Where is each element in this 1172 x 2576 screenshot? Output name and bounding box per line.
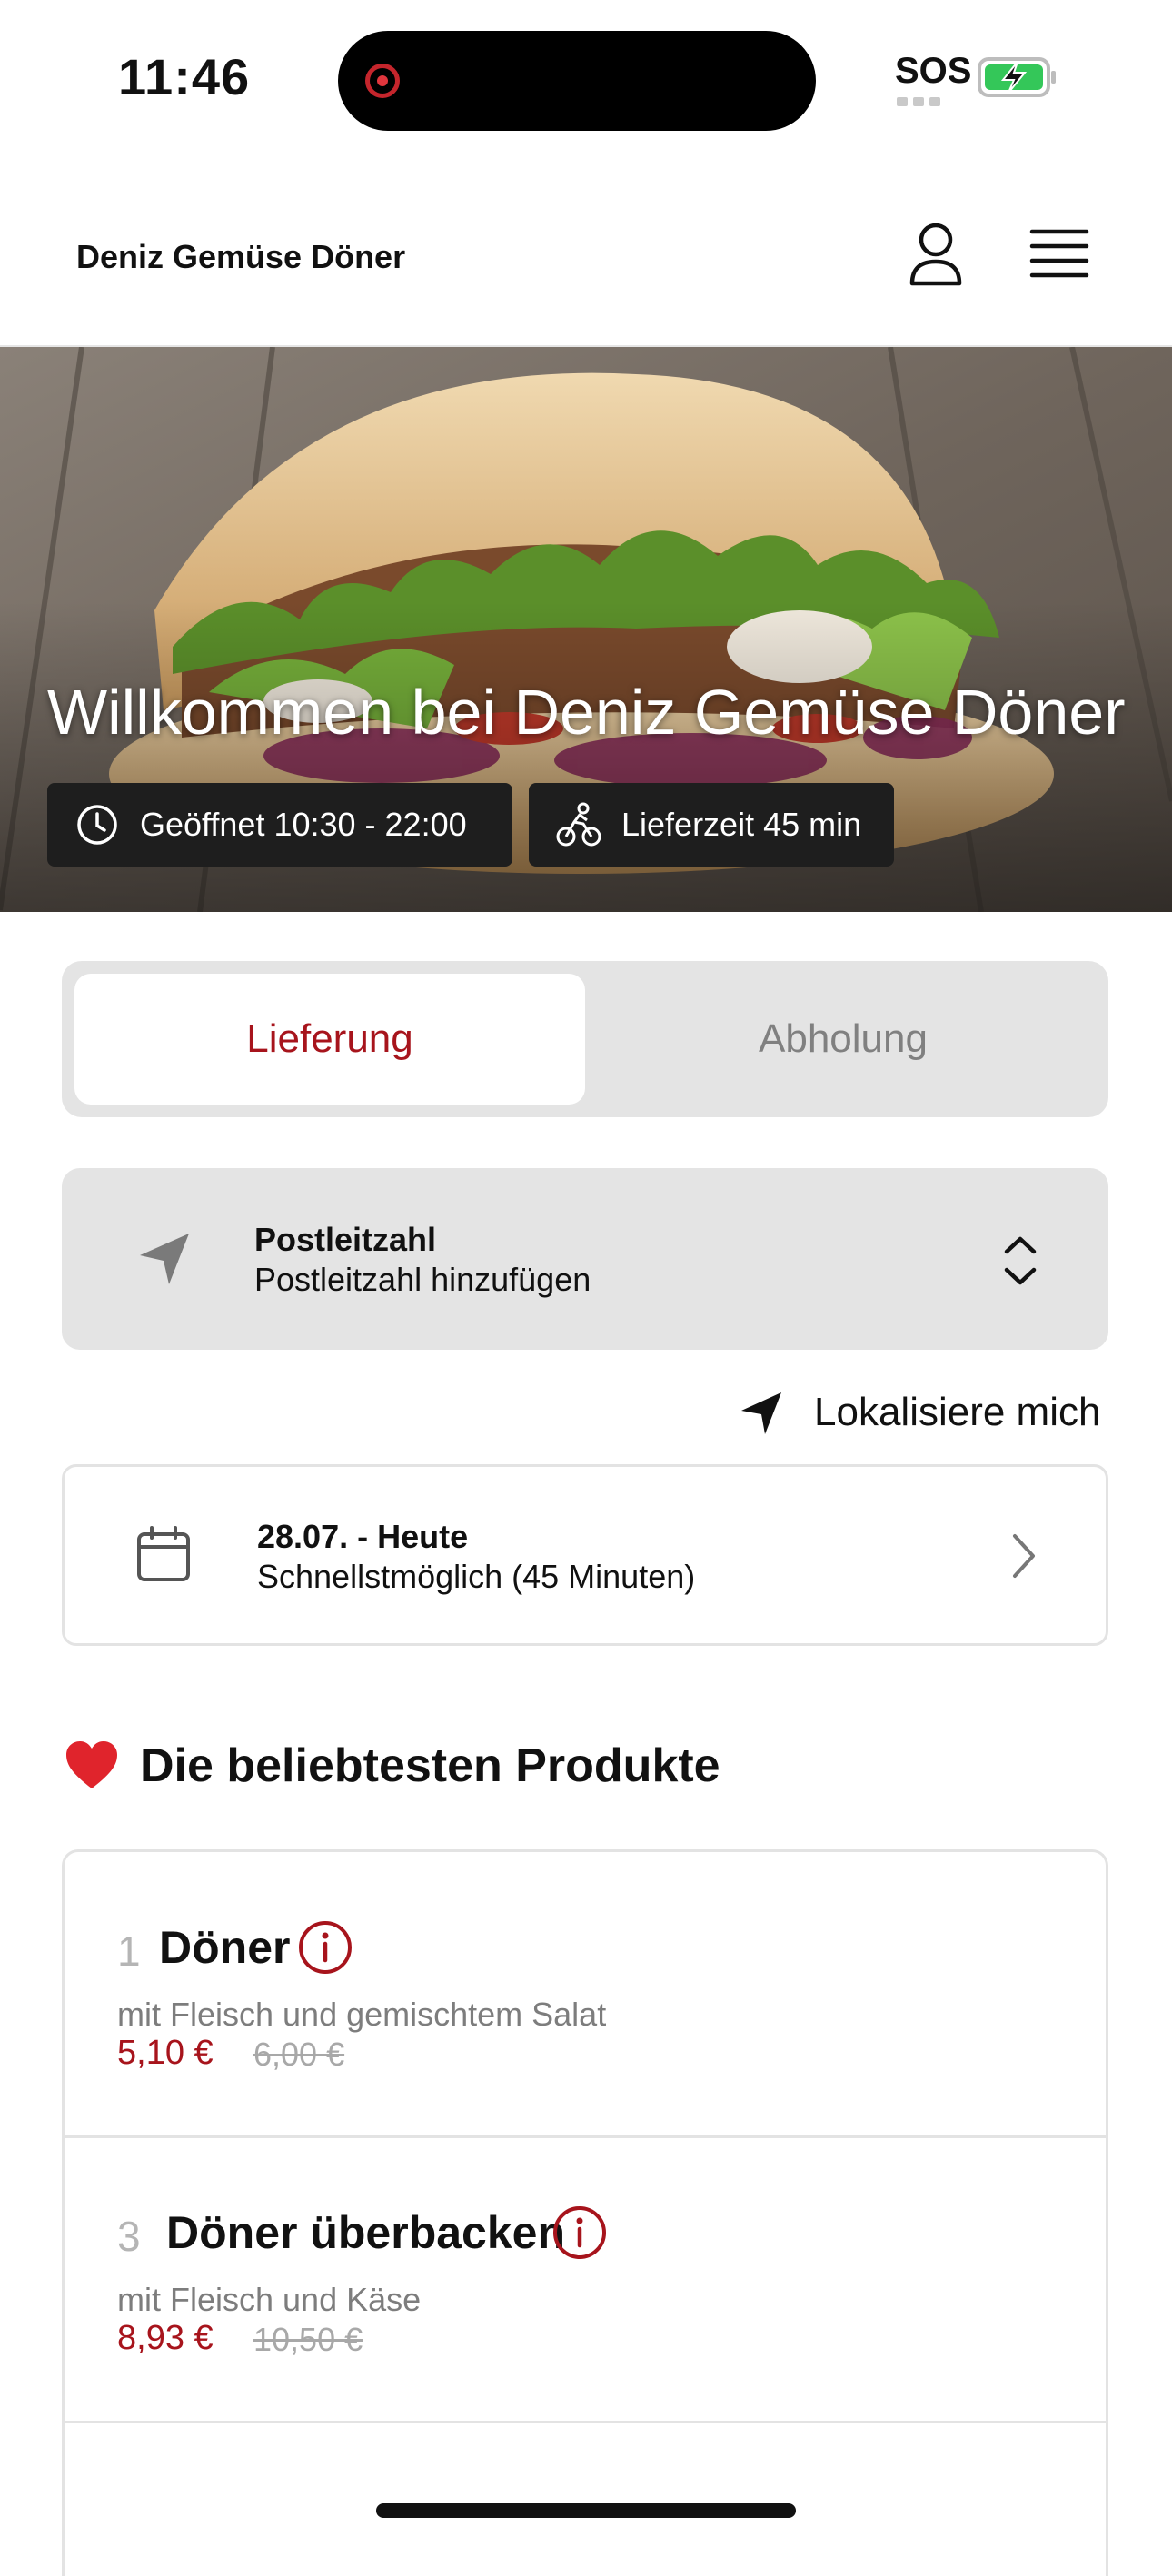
product-old-price: 10,50 € [253, 2321, 363, 2358]
popular-products-list: 1 Döner mit Fleisch und gemischtem Salat… [62, 1849, 1108, 2576]
chevron-up-down-icon [1004, 1236, 1037, 1285]
product-number: 1 [117, 1927, 141, 1975]
delivery-date-selector[interactable]: 28.07. - Heute Schnellstmöglich (45 Minu… [62, 1464, 1108, 1646]
bike-courier-icon [556, 802, 601, 847]
calendar-icon [137, 1526, 190, 1581]
tab-delivery[interactable]: Lieferung [74, 974, 585, 1105]
order-mode-toggle: Lieferung Abholung [62, 961, 1108, 1117]
tab-pickup[interactable]: Abholung [589, 974, 1098, 1105]
delivery-time-text: Lieferzeit 45 min [621, 806, 862, 843]
info-icon[interactable] [551, 2204, 608, 2261]
status-bar: 11:46 SOS [0, 0, 1172, 154]
user-icon [909, 223, 962, 286]
locate-me-label: Lokalisiere mich [814, 1390, 1101, 1434]
delivery-time-badge: Lieferzeit 45 min [529, 783, 894, 867]
product-description: mit Fleisch und gemischtem Salat [117, 1996, 607, 2033]
sos-indicator: SOS [895, 51, 972, 91]
dynamic-island [338, 31, 816, 131]
product-item[interactable]: 1 Döner mit Fleisch und gemischtem Salat… [65, 1852, 1106, 2138]
opening-hours-badge: Geöffnet 10:30 - 22:00 [47, 783, 512, 867]
chevron-right-icon [1013, 1534, 1035, 1578]
opening-hours-text: Geöffnet 10:30 - 22:00 [140, 806, 467, 843]
delivery-slot: Schnellstmöglich (45 Minuten) [257, 1558, 696, 1595]
product-number: 3 [117, 2213, 141, 2260]
location-arrow-icon [140, 1234, 189, 1284]
popular-products-heading: Die beliebtesten Produkte [64, 1739, 720, 1793]
product-name: Döner überbacken [166, 2207, 566, 2258]
product-item[interactable]: 3 Döner überbacken mit Fleisch und Käse … [65, 2137, 1106, 2423]
product-price: 8,93 € [117, 2319, 214, 2357]
menu-button[interactable] [1021, 218, 1098, 291]
product-price: 5,10 € [117, 2034, 214, 2072]
popular-products-title: Die beliebtesten Produkte [140, 1739, 720, 1792]
navigation-arrow-icon [741, 1392, 781, 1434]
battery-charging-icon [978, 57, 1056, 97]
home-indicator[interactable] [376, 2503, 796, 2518]
delivery-date: 28.07. - Heute [257, 1518, 469, 1555]
hamburger-menu-icon [1029, 229, 1089, 278]
product-old-price: 6,00 € [253, 2036, 345, 2073]
signal-dots-icon [897, 94, 958, 106]
welcome-title: Willkommen bei Deniz Gemüse Döner [47, 677, 1126, 748]
locate-me-button[interactable]: Lokalisiere mich [736, 1381, 1100, 1444]
account-button[interactable] [899, 218, 972, 291]
status-time: 11:46 [118, 48, 251, 105]
product-description: mit Fleisch und Käse [117, 2281, 422, 2318]
app-header: Deniz Gemüse Döner [0, 154, 1172, 347]
info-icon[interactable] [297, 1919, 353, 1976]
product-name: Döner [159, 1922, 291, 1973]
postcode-selector[interactable]: Postleitzahl Postleitzahl hinzufügen [62, 1168, 1108, 1350]
heart-icon [66, 1741, 117, 1788]
hero-banner: Willkommen bei Deniz Gemüse Döner Geöffn… [0, 347, 1172, 912]
clock-icon [77, 805, 117, 845]
postcode-label: Postleitzahl [254, 1221, 437, 1258]
recording-indicator-icon [365, 64, 400, 98]
restaurant-name: Deniz Gemüse Döner [76, 238, 406, 275]
postcode-placeholder: Postleitzahl hinzufügen [254, 1261, 591, 1298]
